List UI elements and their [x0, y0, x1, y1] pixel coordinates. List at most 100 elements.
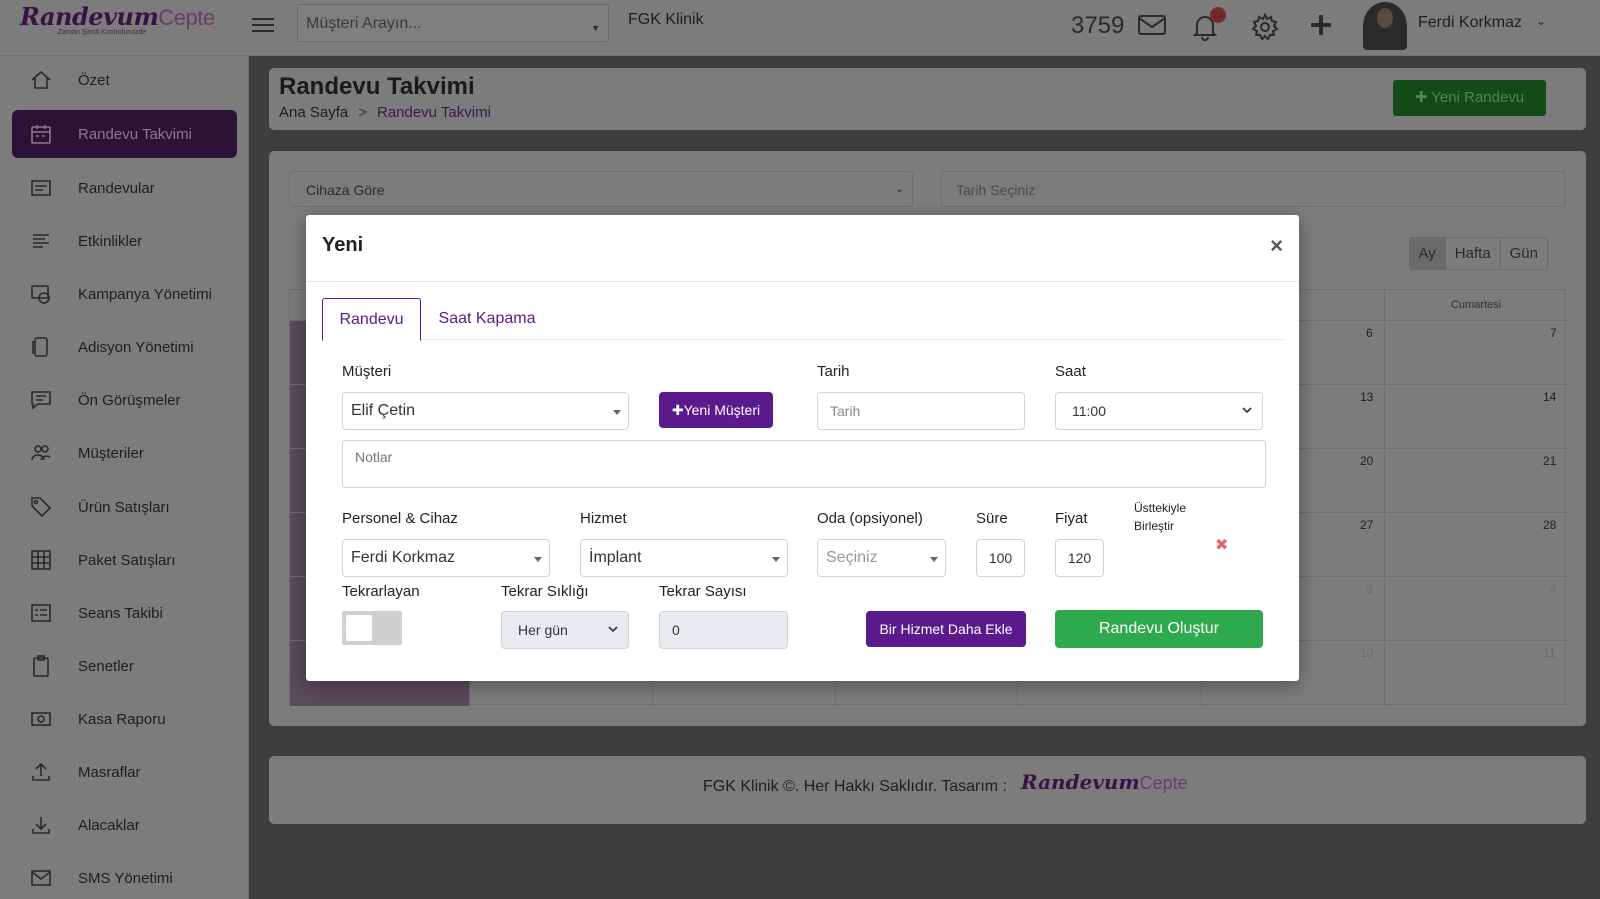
- caret-down-icon: [772, 557, 780, 562]
- users-icon: [30, 442, 52, 464]
- calendar-day[interactable]: 10: [1360, 646, 1373, 660]
- duration-input[interactable]: 100: [976, 539, 1025, 577]
- sidebar-item-label: Ürün Satışları: [78, 498, 170, 516]
- repeat-count-label: Tekrar Sayısı: [659, 583, 747, 600]
- view-day-button[interactable]: Gün: [1501, 238, 1547, 269]
- sidebar-item-label: Kampanya Yönetimi: [78, 285, 212, 303]
- top-bar: RandevumCepte Zaman Şimdi Kontrolünüzde …: [0, 0, 1600, 56]
- price-value: 120: [1067, 550, 1092, 566]
- sidebar-item-kasa-raporu[interactable]: Kasa Raporu: [12, 695, 237, 743]
- chevron-down-icon: [608, 626, 618, 633]
- calendar-header-saturday: Cumartesi: [1384, 290, 1567, 320]
- frequency-value: Her gün: [518, 622, 568, 638]
- sidebar-item-adisyon[interactable]: Adisyon Yönetimi: [12, 323, 237, 371]
- calendar-day[interactable]: 6: [1366, 326, 1373, 340]
- sidebar-item-sms-yonetimi[interactable]: SMS Yönetimi: [12, 854, 237, 899]
- sidebar-item-masraflar[interactable]: Masraflar: [12, 748, 237, 796]
- price-label: Fiyat: [1055, 510, 1088, 527]
- footer-text: FGK Klinik ©. Her Hakkı Saklıdır. Tasarı…: [703, 778, 1008, 795]
- view-week-button[interactable]: Hafta: [1446, 238, 1501, 269]
- calendar-day[interactable]: 28: [1543, 518, 1556, 532]
- new-customer-button[interactable]: ✚Yeni Müşteri: [659, 392, 773, 428]
- calendar-day[interactable]: 4: [1550, 582, 1557, 596]
- user-name[interactable]: Ferdi Korkmaz: [1418, 14, 1522, 32]
- repeat-count-input[interactable]: 0: [659, 611, 788, 649]
- chat-icon: [30, 389, 52, 411]
- mail-icon[interactable]: [1137, 13, 1167, 41]
- sidebar-item-alacaklar[interactable]: Alacaklar: [12, 801, 237, 849]
- sidebar-item-etkinlikler[interactable]: Etkinlikler: [12, 217, 237, 265]
- sidebar-item-label: Alacaklar: [78, 816, 140, 834]
- sidebar-item-urun-satislari[interactable]: Ürün Satışları: [12, 483, 237, 531]
- calendar-day[interactable]: 20: [1360, 454, 1373, 468]
- staff-select[interactable]: Ferdi Korkmaz: [342, 539, 550, 577]
- sidebar-item-paket-satislari[interactable]: Paket Satışları: [12, 536, 237, 584]
- page-header: Randevu Takvimi Ana Sayfa > Randevu Takvim…: [269, 68, 1586, 130]
- frequency-select[interactable]: Her gün: [501, 611, 629, 649]
- sidebar-item-senetler[interactable]: Senetler: [12, 642, 237, 690]
- calendar-day[interactable]: 13: [1360, 390, 1373, 404]
- sidebar-item-label: Seans Takibi: [78, 604, 163, 622]
- chevron-down-icon[interactable]: ⌄: [1536, 14, 1546, 28]
- sidebar-item-seans-takibi[interactable]: Seans Takibi: [12, 589, 237, 637]
- tab-saat-kapama[interactable]: Saat Kapama: [421, 298, 553, 340]
- calendar-day[interactable]: 11: [1543, 646, 1555, 660]
- breadcrumb-home[interactable]: Ana Sayfa: [279, 104, 348, 121]
- new-appointment-modal: Yeni × Randevu Saat Kapama Müşteri Elif …: [306, 215, 1299, 681]
- cash-icon: [30, 708, 52, 730]
- price-input[interactable]: 120: [1055, 539, 1104, 577]
- logo-main: Randevum: [20, 2, 159, 31]
- date-filter-input[interactable]: Tarih Seçiniz: [941, 171, 1566, 207]
- room-select[interactable]: Seçiniz: [817, 539, 946, 577]
- notes-textarea[interactable]: Notlar: [342, 440, 1266, 488]
- gear-icon[interactable]: [1251, 12, 1281, 41]
- sidebar-item-randevu-takvimi[interactable]: Randevu Takvimi: [12, 110, 237, 158]
- sidebar-item-kampanya[interactable]: Kampanya Yönetimi: [12, 270, 237, 318]
- chevron-down-icon: [1242, 407, 1252, 414]
- footer-logo[interactable]: RandevumCepte: [1021, 770, 1188, 794]
- footer-logo-main: Randevum: [1021, 770, 1140, 794]
- sidebar-item-randevular[interactable]: Randevular: [12, 164, 237, 212]
- brand-logo[interactable]: RandevumCepte Zaman Şimdi Kontrolünüzde: [20, 2, 215, 46]
- time-label: Saat: [1055, 363, 1086, 380]
- service-select[interactable]: İmplant: [580, 539, 788, 577]
- calendar-day[interactable]: 7: [1550, 326, 1557, 340]
- sidebar-item-musteriler[interactable]: Müşteriler: [12, 429, 237, 477]
- repeat-label: Tekrarlayan: [342, 583, 420, 600]
- receipt-icon: [30, 336, 52, 358]
- sidebar-item-label: Etkinlikler: [78, 232, 143, 250]
- upload-icon: [30, 761, 52, 783]
- duration-label: Süre: [976, 510, 1008, 527]
- repeat-toggle[interactable]: [342, 611, 402, 645]
- date-input[interactable]: Tarih: [817, 392, 1025, 430]
- modal-header: Yeni ×: [306, 215, 1299, 282]
- calendar-day[interactable]: 21: [1543, 454, 1556, 468]
- close-icon[interactable]: ×: [1270, 233, 1283, 259]
- time-select[interactable]: 11:00: [1055, 392, 1263, 430]
- calendar-day[interactable]: 3: [1366, 582, 1373, 596]
- customer-select[interactable]: Elif Çetin: [342, 392, 629, 430]
- device-filter-select[interactable]: Cihaza Göre ⌄: [289, 171, 913, 207]
- remove-service-icon[interactable]: ✖: [1215, 535, 1228, 555]
- plus-icon[interactable]: [1309, 13, 1339, 41]
- grid-icon: [30, 549, 52, 571]
- sidebar-item-label: Adisyon Yönetimi: [78, 338, 194, 356]
- clipboard-icon: [30, 655, 52, 677]
- sidebar-item-ozet[interactable]: Özet: [12, 56, 237, 104]
- customer-search-input[interactable]: Müşteri Arayın... ▼: [297, 4, 609, 42]
- user-avatar[interactable]: [1363, 2, 1407, 50]
- menu-toggle-icon[interactable]: [252, 14, 274, 34]
- breadcrumb-current: Randevu Takvimi: [376, 104, 491, 121]
- add-service-button[interactable]: Bir Hizmet Daha Ekle: [866, 611, 1026, 647]
- view-month-button[interactable]: Ay: [1409, 238, 1446, 269]
- tab-randevu[interactable]: Randevu: [322, 298, 421, 341]
- calendar-day[interactable]: 27: [1360, 518, 1373, 532]
- repeat-count-value: 0: [672, 622, 680, 638]
- list-icon: [30, 177, 52, 199]
- sidebar-item-label: Müşteriler: [78, 444, 144, 462]
- sidebar-item-on-gorusmeler[interactable]: Ön Görüşmeler: [12, 376, 237, 424]
- calendar-day[interactable]: 14: [1543, 390, 1556, 404]
- new-appointment-button[interactable]: ✚ Yeni Randevu: [1393, 80, 1546, 116]
- tag-icon: [30, 496, 52, 518]
- create-appointment-button[interactable]: Randevu Oluştur: [1055, 610, 1263, 648]
